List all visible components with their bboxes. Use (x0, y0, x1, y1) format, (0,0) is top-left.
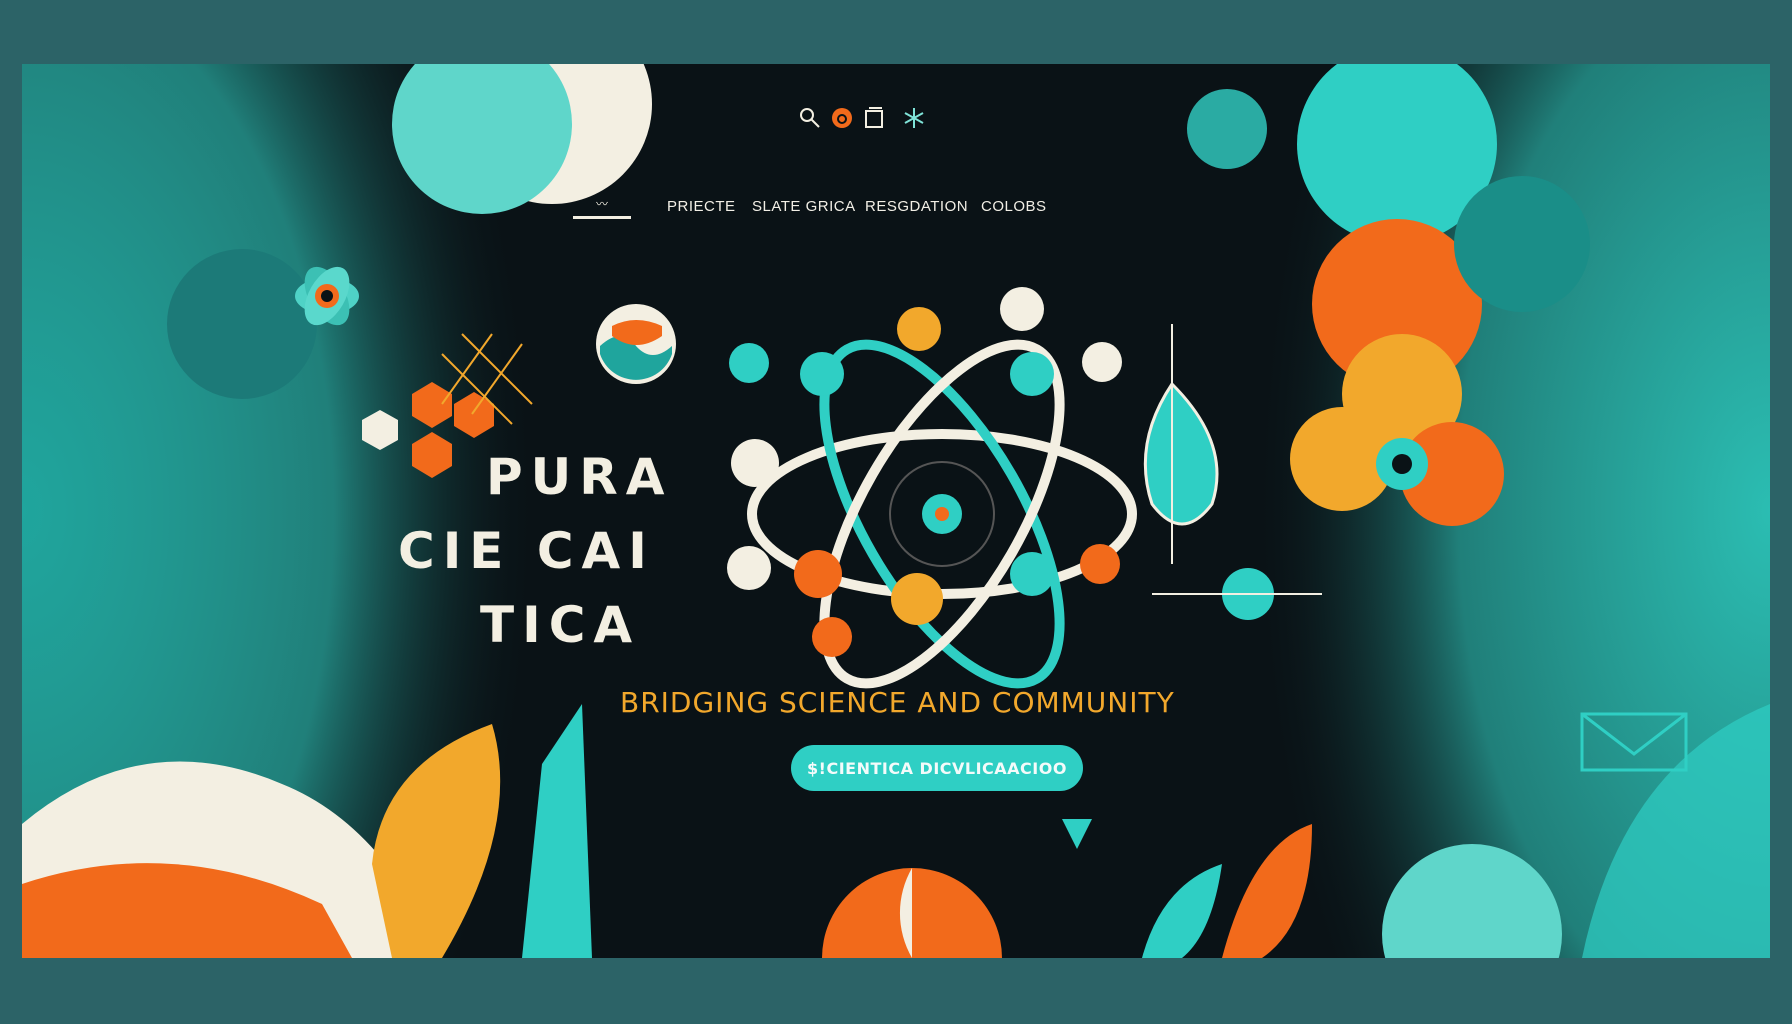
dark-teal-circle (167, 249, 317, 399)
nav-item-slate-grica[interactable]: SLATE GRICA (752, 198, 856, 215)
title-line-3: TICA (480, 596, 641, 654)
title-line-2: CIE CAI (398, 522, 655, 580)
document-icon[interactable] (862, 106, 886, 130)
cta-button[interactable]: $!CIENTICA DICVLICAACIOO (791, 745, 1083, 791)
title-line-1: PURA (486, 448, 673, 506)
teal-circle-right (1454, 176, 1590, 312)
logo-icon[interactable]: 〰 (573, 198, 631, 219)
search-icon[interactable] (798, 106, 822, 130)
small-teal-circle (1187, 89, 1267, 169)
nav-item-priecte[interactable]: PRIECTE (667, 198, 736, 215)
record-icon[interactable] (830, 106, 854, 130)
snowflake-icon[interactable] (902, 106, 926, 130)
hero-banner: 〰 PRIECTE SLATE GRICA RESGDATION COLOBS … (22, 64, 1770, 958)
drop-leaf-icon (1143, 381, 1219, 526)
nav-item-resgdation[interactable]: RESGDATION (865, 198, 968, 215)
triangle-icon (1062, 819, 1092, 849)
tagline: BRIDGING SCIENCE AND COMMUNITY (620, 686, 1175, 719)
nav-item-colobs[interactable]: COLOBS (981, 198, 1047, 215)
